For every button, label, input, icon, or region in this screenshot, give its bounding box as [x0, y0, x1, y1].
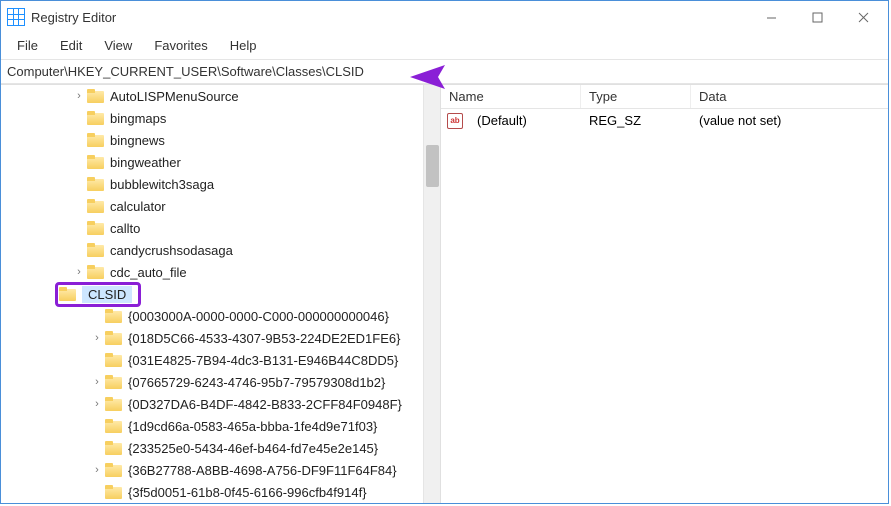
tree-item[interactable]: › cdc_auto_file: [1, 261, 440, 283]
folder-icon: [87, 111, 104, 125]
tree-label: {1d9cd66a-0583-465a-bbba-1fe4d9e71f03}: [128, 419, 377, 434]
col-header-data[interactable]: Data: [691, 85, 888, 108]
tree-item[interactable]: bingweather: [1, 151, 440, 173]
folder-icon: [105, 397, 122, 411]
value-name: (Default): [469, 111, 581, 130]
tree-scrollbar[interactable]: [423, 85, 440, 503]
folder-icon: [87, 155, 104, 169]
string-value-icon: ab: [447, 113, 463, 129]
scrollbar-thumb[interactable]: [426, 145, 439, 187]
tree-label: {07665729-6243-4746-95b7-79579308d1b2}: [128, 375, 385, 390]
tree-item[interactable]: callto: [1, 217, 440, 239]
tree-item[interactable]: › {07665729-6243-4746-95b7-79579308d1b2}: [1, 371, 440, 393]
folder-icon: [87, 177, 104, 191]
folder-icon: [105, 353, 122, 367]
chevron-right-icon[interactable]: ›: [73, 266, 85, 278]
tree-item[interactable]: {1d9cd66a-0583-465a-bbba-1fe4d9e71f03}: [1, 415, 440, 437]
tree-item[interactable]: › AutoLISPMenuSource: [1, 85, 440, 107]
tree-item[interactable]: bingnews: [1, 129, 440, 151]
regedit-icon: [7, 8, 25, 26]
folder-icon: [105, 463, 122, 477]
value-row[interactable]: ab (Default) REG_SZ (value not set): [441, 109, 888, 132]
tree-item[interactable]: › {36B27788-A8BB-4698-A756-DF9F11F64F84}: [1, 459, 440, 481]
menu-file[interactable]: File: [7, 36, 48, 55]
tree-item[interactable]: {031E4825-7B94-4dc3-B131-E946B44C8DD5}: [1, 349, 440, 371]
col-header-name[interactable]: Name: [441, 85, 581, 108]
tree-label: callto: [110, 221, 140, 236]
menu-help[interactable]: Help: [220, 36, 267, 55]
tree-label: {018D5C66-4533-4307-9B53-224DE2ED1FE6}: [128, 331, 400, 346]
menu-edit[interactable]: Edit: [50, 36, 92, 55]
tree-label: cdc_auto_file: [110, 265, 187, 280]
folder-icon: [87, 133, 104, 147]
tree-label: {0003000A-0000-0000-C000-000000000046}: [128, 309, 389, 324]
values-pane: Name Type Data ab (Default) REG_SZ (valu…: [441, 85, 888, 503]
tree-item[interactable]: calculator: [1, 195, 440, 217]
list-header: Name Type Data: [441, 85, 888, 109]
col-header-type[interactable]: Type: [581, 85, 691, 108]
content-area: › AutoLISPMenuSource bingmaps bingnews bingw…: [1, 84, 888, 503]
chevron-right-icon[interactable]: ›: [91, 398, 103, 410]
tree-label: bubblewitch3saga: [110, 177, 214, 192]
tree-item[interactable]: {233525e0-5434-46ef-b464-fd7e45e2e145}: [1, 437, 440, 459]
folder-icon: [59, 287, 76, 301]
address-bar[interactable]: Computer\HKEY_CURRENT_USER\Software\Clas…: [1, 59, 888, 84]
selected-highlight: CLSID: [55, 282, 141, 307]
tree-label: {36B27788-A8BB-4698-A756-DF9F11F64F84}: [128, 463, 397, 478]
tree-label: AutoLISPMenuSource: [110, 89, 239, 104]
value-data: (value not set): [691, 111, 789, 130]
tree-item[interactable]: CLSID: [1, 283, 440, 305]
menu-favorites[interactable]: Favorites: [144, 36, 217, 55]
minimize-button[interactable]: [748, 2, 794, 32]
tree-item[interactable]: bubblewitch3saga: [1, 173, 440, 195]
folder-icon: [87, 265, 104, 279]
chevron-right-icon[interactable]: ›: [91, 332, 103, 344]
tree-item[interactable]: {3f5d0051-61b8-0f45-6166-996cfb4f914f}: [1, 481, 440, 503]
tree-label: calculator: [110, 199, 166, 214]
chevron-right-icon[interactable]: ›: [91, 464, 103, 476]
tree-label: bingmaps: [110, 111, 166, 126]
tree-label: {0D327DA6-B4DF-4842-B833-2CFF84F0948F}: [128, 397, 402, 412]
tree-label: {3f5d0051-61b8-0f45-6166-996cfb4f914f}: [128, 485, 367, 500]
folder-icon: [105, 309, 122, 323]
value-type: REG_SZ: [581, 111, 691, 130]
folder-icon: [87, 221, 104, 235]
tree-item[interactable]: › {0D327DA6-B4DF-4842-B833-2CFF84F0948F}: [1, 393, 440, 415]
tree-item[interactable]: candycrushsodasaga: [1, 239, 440, 261]
maximize-button[interactable]: [794, 2, 840, 32]
folder-icon: [105, 441, 122, 455]
menu-bar: File Edit View Favorites Help: [1, 33, 888, 59]
address-text: Computer\HKEY_CURRENT_USER\Software\Clas…: [7, 64, 364, 79]
close-button[interactable]: [840, 2, 886, 32]
chevron-right-icon[interactable]: ›: [73, 90, 85, 102]
folder-icon: [87, 243, 104, 257]
titlebar: Registry Editor: [1, 1, 888, 33]
tree-label: bingweather: [110, 155, 181, 170]
folder-icon: [105, 331, 122, 345]
folder-icon: [87, 89, 104, 103]
tree-label: bingnews: [110, 133, 165, 148]
registry-editor-window: Registry Editor File Edit View Favorites…: [0, 0, 889, 504]
tree-item[interactable]: {0003000A-0000-0000-C000-000000000046}: [1, 305, 440, 327]
tree-label: {031E4825-7B94-4dc3-B131-E946B44C8DD5}: [128, 353, 398, 368]
folder-icon: [87, 199, 104, 213]
folder-icon: [105, 485, 122, 499]
tree-label: {233525e0-5434-46ef-b464-fd7e45e2e145}: [128, 441, 378, 456]
tree-label: CLSID: [82, 286, 132, 303]
folder-icon: [105, 419, 122, 433]
window-controls: [748, 2, 886, 32]
menu-view[interactable]: View: [94, 36, 142, 55]
tree-label: candycrushsodasaga: [110, 243, 233, 258]
tree-pane: › AutoLISPMenuSource bingmaps bingnews bingw…: [1, 85, 441, 503]
tree-item[interactable]: bingmaps: [1, 107, 440, 129]
folder-icon: [105, 375, 122, 389]
tree-item[interactable]: › {018D5C66-4533-4307-9B53-224DE2ED1FE6}: [1, 327, 440, 349]
chevron-right-icon[interactable]: ›: [91, 376, 103, 388]
window-title: Registry Editor: [31, 10, 116, 25]
